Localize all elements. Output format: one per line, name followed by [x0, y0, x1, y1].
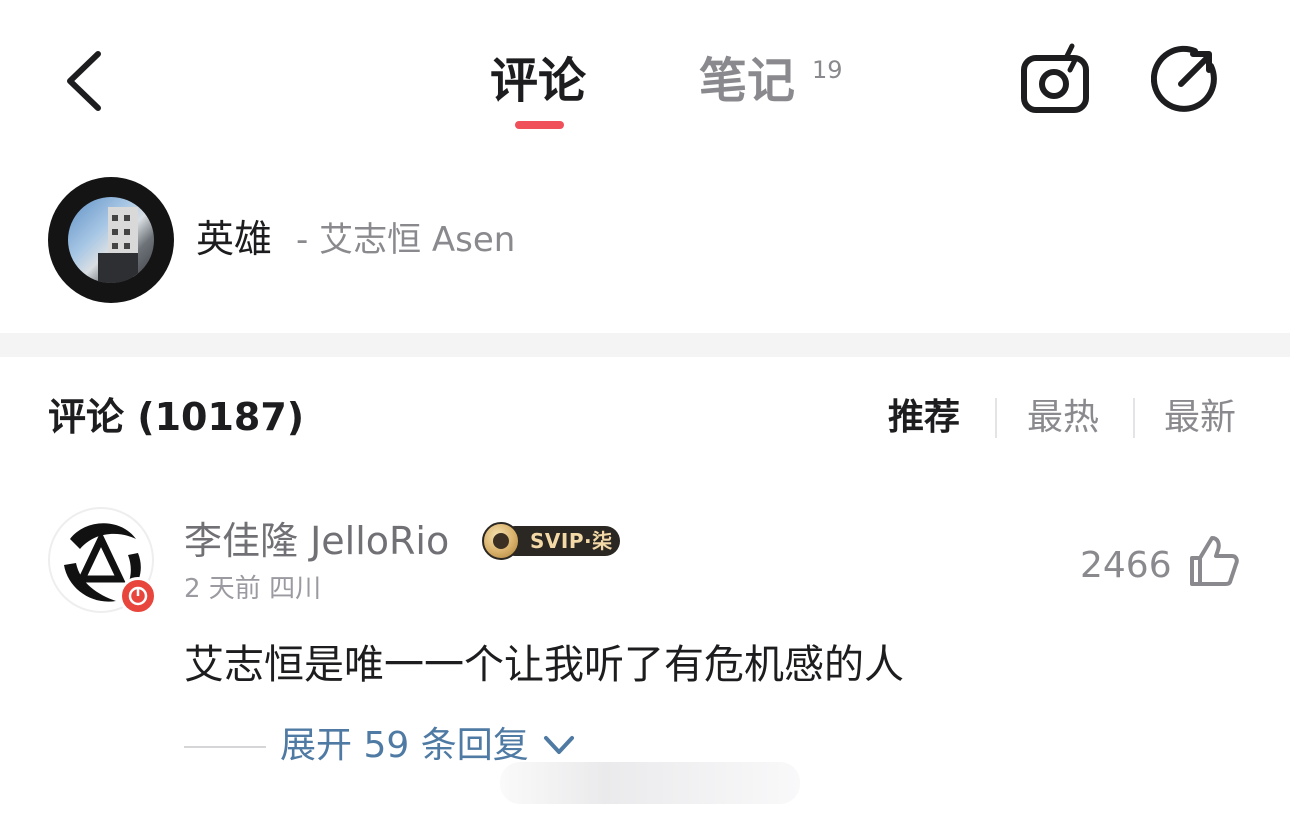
section-divider — [0, 333, 1290, 357]
notes-count-badge: 19 — [812, 56, 843, 84]
sort-divider — [1133, 398, 1135, 438]
camera-button[interactable] — [1018, 42, 1092, 116]
tab-notes[interactable]: 笔记 — [699, 52, 795, 110]
thumbs-up-icon — [1190, 536, 1239, 586]
reply-divider-line — [184, 746, 266, 748]
comment-text: 艾志恒是唯一一个让我听了有危机感的人 — [184, 642, 904, 688]
sort-newest[interactable]: 最新 — [1164, 395, 1236, 441]
comment-username[interactable]: 李佳隆 JelloRio — [184, 516, 449, 566]
back-chevron-icon — [67, 51, 101, 111]
tab-comments[interactable]: 评论 — [490, 52, 586, 110]
sort-divider — [995, 398, 997, 438]
sort-hottest[interactable]: 最热 — [1027, 395, 1099, 441]
camera-icon — [1021, 43, 1089, 113]
like-button[interactable] — [1186, 534, 1240, 588]
expand-replies-link[interactable]: 展开 59 条回复 — [280, 723, 529, 769]
active-tab-indicator — [515, 121, 564, 129]
bottom-input-bar[interactable] — [500, 762, 800, 804]
share-button[interactable] — [1150, 42, 1225, 116]
album-cover — [68, 197, 154, 283]
comments-count-title: 评论 (10187) — [48, 395, 305, 439]
back-button[interactable] — [60, 48, 110, 114]
svip-label: SVIP·柒 — [530, 529, 613, 553]
chevron-down-icon — [544, 736, 574, 754]
song-artist[interactable]: - 艾志恒 Asen — [296, 218, 515, 262]
vinyl-coin-icon — [482, 522, 520, 560]
song-title[interactable]: 英雄 — [196, 214, 272, 264]
share-icon — [1150, 45, 1217, 112]
like-count: 2466 — [1080, 545, 1172, 586]
expand-chevron[interactable] — [540, 730, 578, 760]
sort-recommended[interactable]: 推荐 — [888, 395, 960, 441]
svip-badge[interactable]: SVIP·柒 — [482, 522, 622, 560]
music-note-badge-icon — [119, 577, 157, 615]
album-disc[interactable] — [48, 177, 174, 303]
comment-meta: 2 天前 四川 — [184, 574, 322, 604]
